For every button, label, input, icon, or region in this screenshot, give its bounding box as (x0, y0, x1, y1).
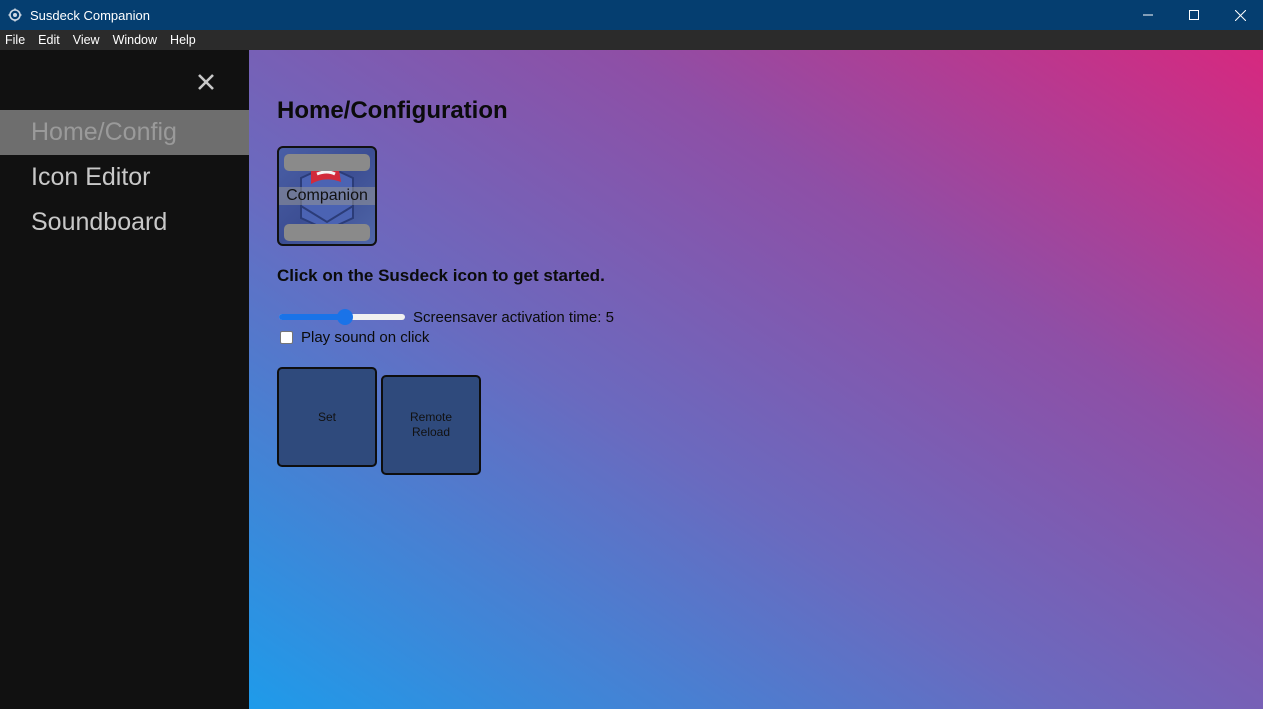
set-button-label: Set (317, 410, 336, 424)
susdeck-logo-tile[interactable]: Companion (277, 146, 377, 246)
intro-text: Click on the Susdeck icon to get started… (277, 266, 605, 285)
close-window-button[interactable] (1217, 0, 1263, 30)
window-controls (1125, 0, 1263, 30)
menu-file[interactable]: File (5, 33, 25, 47)
logo-bar-top (284, 154, 370, 171)
menu-bar: File Edit View Window Help (0, 30, 1263, 50)
app-window: Susdeck Companion File Edit View Window … (0, 0, 1263, 709)
menu-edit[interactable]: Edit (38, 33, 60, 47)
slider-thumb[interactable] (336, 309, 353, 325)
title-bar: Susdeck Companion (0, 0, 1263, 30)
sidebar-item-home-config[interactable]: Home/Config (0, 110, 249, 155)
menu-window[interactable]: Window (113, 33, 157, 47)
screensaver-label: Screensaver activation time: 5 (413, 308, 614, 326)
minimize-button[interactable] (1125, 0, 1171, 30)
set-button[interactable]: Set (277, 367, 377, 467)
play-sound-label: Play sound on click (301, 329, 430, 346)
screensaver-slider[interactable] (279, 309, 405, 325)
page-title: Home/Configuration (277, 97, 508, 124)
logo-bar-bottom (284, 224, 370, 241)
slider-fill (279, 314, 345, 320)
main-content: Home/Configuration Companion Click on th… (249, 50, 1263, 709)
close-sidebar-button[interactable] (192, 68, 220, 96)
menu-view[interactable]: View (73, 33, 100, 47)
close-icon (1234, 9, 1246, 21)
play-sound-row: Play sound on click (280, 329, 429, 346)
menu-help[interactable]: Help (170, 33, 196, 47)
app-gear-icon (0, 0, 30, 30)
logo-label: Companion (279, 187, 375, 205)
sidebar-nav: Home/Config Icon Editor Soundboard (0, 110, 249, 245)
minimize-icon (1143, 14, 1153, 16)
remote-reload-label: Remote Reload (409, 410, 453, 439)
sidebar-item-icon-editor[interactable]: Icon Editor (0, 155, 249, 200)
sidebar: Home/Config Icon Editor Soundboard (0, 50, 249, 709)
screensaver-row: Screensaver activation time: 5 (279, 307, 614, 327)
window-title: Susdeck Companion (30, 7, 150, 23)
close-icon (198, 74, 214, 90)
remote-reload-button[interactable]: Remote Reload (381, 375, 481, 475)
maximize-icon (1189, 10, 1199, 20)
play-sound-checkbox[interactable] (280, 331, 293, 344)
sidebar-item-soundboard[interactable]: Soundboard (0, 200, 249, 245)
maximize-button[interactable] (1171, 0, 1217, 30)
